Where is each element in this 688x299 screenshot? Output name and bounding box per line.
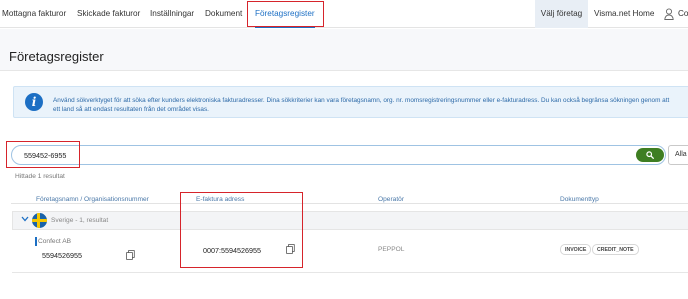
column-header-doctype: Dokumenttyp [560, 196, 599, 203]
einvoice-address: 0007:5594526955 [203, 246, 261, 255]
visma-home-link[interactable]: Visma.net Home [594, 0, 654, 28]
nav-received-invoices[interactable]: Mottagna fakturor [2, 0, 66, 28]
nav-sent-invoices[interactable]: Skickade fakturor [77, 0, 140, 28]
nav-company-register[interactable]: Företagsregister [255, 0, 315, 28]
company-marker [35, 237, 37, 246]
doc-type-invoice: INVOICE [560, 244, 592, 255]
page-title: Företagsregister [9, 49, 104, 64]
column-header-operator: Operatör [378, 196, 405, 203]
column-header-company: Företagsnamn / Organisationsnummer [36, 196, 149, 203]
copy-einvoice-icon[interactable] [286, 244, 295, 254]
search-box [11, 145, 666, 165]
search-input[interactable] [24, 150, 424, 161]
result-count: Hittade 1 resultat [15, 173, 65, 180]
country-group-label: Sverige - 1, resultat [51, 217, 109, 224]
doc-type-credit-note: CREDIT_NOTE [592, 244, 639, 255]
country-group-row[interactable] [12, 211, 688, 230]
sweden-flag-icon [32, 213, 47, 228]
country-filter[interactable]: Alla l [668, 145, 688, 165]
info-line-2: ett land så att endast resultaten från d… [53, 106, 209, 113]
user-icon[interactable] [664, 8, 674, 20]
operator-name: PEPPOL [378, 246, 405, 253]
copy-org-number-icon[interactable] [126, 250, 135, 260]
org-number: 5594526955 [42, 251, 82, 260]
company-name: Confect AB [38, 238, 71, 245]
search-icon [646, 151, 654, 159]
choose-company-button[interactable]: Välj företag [535, 0, 588, 28]
nav-settings[interactable]: Inställningar [150, 0, 194, 28]
chevron-down-icon[interactable] [21, 216, 29, 222]
column-header-einvoice: E-faktura adress [196, 196, 245, 203]
info-line-1: Använd sökverktyget för att söka efter k… [53, 97, 670, 104]
info-text: Använd sökverktyget för att söka efter k… [53, 96, 688, 114]
search-button[interactable] [636, 148, 664, 162]
nav-documents[interactable]: Dokument [205, 0, 242, 28]
info-icon: i [25, 93, 43, 111]
user-name[interactable]: Co [678, 0, 688, 28]
